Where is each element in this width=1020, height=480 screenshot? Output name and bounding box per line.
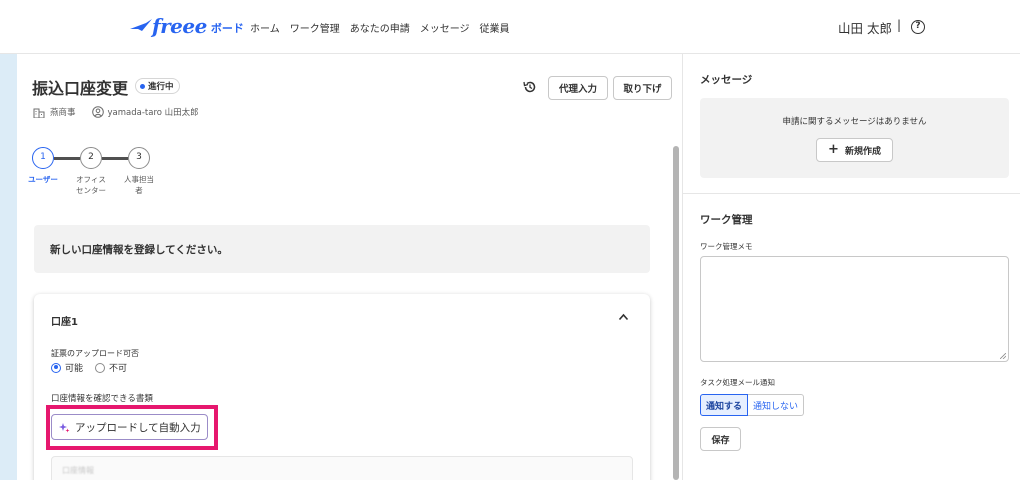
account-info-placeholder: 口座情報 [62,466,94,475]
save-button[interactable]: 保存 [700,427,741,451]
withdraw-button[interactable]: 取り下げ [613,76,672,100]
upload-button-label: アップロードして自動入力 [75,421,201,434]
logo-text: freee [152,14,207,38]
step-connector [54,157,80,160]
nav-my-requests[interactable]: あなたの申請 [350,20,410,35]
top-header: freee ボード ホーム ワーク管理 あなたの申請 メッセージ 従業員 山田 … [0,0,1020,54]
notify-on-button[interactable]: 通知する [700,394,749,416]
step-2-circle: 2 [80,147,102,169]
nav-work-management[interactable]: ワーク管理 [290,20,340,35]
page-title: 振込口座変更 [32,79,129,98]
document-label: 口座情報を確認できる書類 [51,394,153,404]
instruction-box: 新しい口座情報を登録してください。 [34,225,650,273]
notify-off-button[interactable]: 通知しない [748,394,805,416]
new-message-button[interactable]: + 新規作成 [816,138,893,162]
no-messages-text: 申請に関するメッセージはありません [782,117,927,127]
account-info-field[interactable]: 口座情報 [51,456,633,480]
step-1-label: ユーザー [28,175,58,184]
work-memo-textarea[interactable] [700,256,1009,362]
step-1-circle: 1 [32,147,54,169]
step-connector [102,157,128,160]
nav-home[interactable]: ホーム [250,20,280,35]
nav-employees[interactable]: 従業員 [480,20,510,35]
meta-row: 燕商事 yamada-taro 山田太郎 [33,106,199,118]
proxy-input-button[interactable]: 代理入力 [548,76,608,100]
sparkle-icon [59,422,70,432]
main-panel: 振込口座変更 進行中 代理入力 取り下げ 燕商事 yamada-taro 山田太… [17,54,683,480]
instruction-text: 新しい口座情報を登録してください。 [50,244,228,256]
work-management-heading: ワーク管理 [700,214,753,226]
resize-handle-icon[interactable] [1000,353,1006,359]
right-sidebar: メッセージ 申請に関するメッセージはありません + 新規作成 ワーク管理 ワーク… [683,54,1020,480]
left-strip [0,54,17,480]
step-2-label: オフィス センター [76,175,106,195]
company-name: 燕商事 [50,108,76,118]
upload-permission-radio-group: 可能 不可 [51,361,127,374]
radio-allowed[interactable] [51,362,61,373]
status-dot-icon [140,83,145,89]
messages-box: 申請に関するメッセージはありません + 新規作成 [700,98,1009,178]
account-card: 口座1 証票のアップロード可否 可能 不可 口座情報を確認できる書類 アップロー… [34,294,650,480]
main-nav: ホーム ワーク管理 あなたの申請 メッセージ 従業員 [250,20,520,35]
radio-allowed-label[interactable]: 可能 [65,361,83,374]
messages-heading: メッセージ [700,74,753,86]
upload-permission-label: 証票のアップロード可否 [51,349,139,358]
approval-stepper: 1 2 3 ユーザー オフィス センター 人事担当者 [28,147,182,207]
status-label: 進行中 [148,82,174,92]
user-menu[interactable]: 山田 太郎 [838,18,892,37]
help-icon[interactable]: ? [911,20,925,34]
nav-messages[interactable]: メッセージ [420,20,470,35]
bird-logo-icon [130,19,152,31]
history-icon[interactable] [523,80,537,94]
logo-sub: ボード [210,21,244,35]
applicant-name: yamada-taro 山田太郎 [107,108,199,118]
status-badge: 進行中 [135,78,180,94]
plus-icon: + [828,142,839,157]
card-title: 口座1 [51,317,78,328]
radio-not-allowed[interactable] [95,362,106,373]
chevron-up-icon[interactable] [618,313,629,321]
step-3-label: 人事担当者 [124,175,154,195]
main-scrollbar[interactable] [671,142,681,480]
new-message-label: 新規作成 [844,146,881,157]
building-icon [33,108,45,118]
sidebar-divider [683,193,1020,194]
freee-board-logo[interactable]: freee ボード [128,14,244,38]
notify-toggle: 通知する 通知しない [700,394,805,416]
user-avatar-icon [91,106,104,118]
upload-auto-fill-button[interactable]: アップロードして自動入力 [51,414,208,440]
memo-label: ワーク管理メモ [700,242,753,251]
radio-not-allowed-label[interactable]: 不可 [109,361,127,374]
scroll-thumb[interactable] [673,146,679,480]
step-3-circle: 3 [128,147,150,169]
header-separator: | [897,18,902,32]
notify-label: タスク処理メール通知 [700,378,775,387]
